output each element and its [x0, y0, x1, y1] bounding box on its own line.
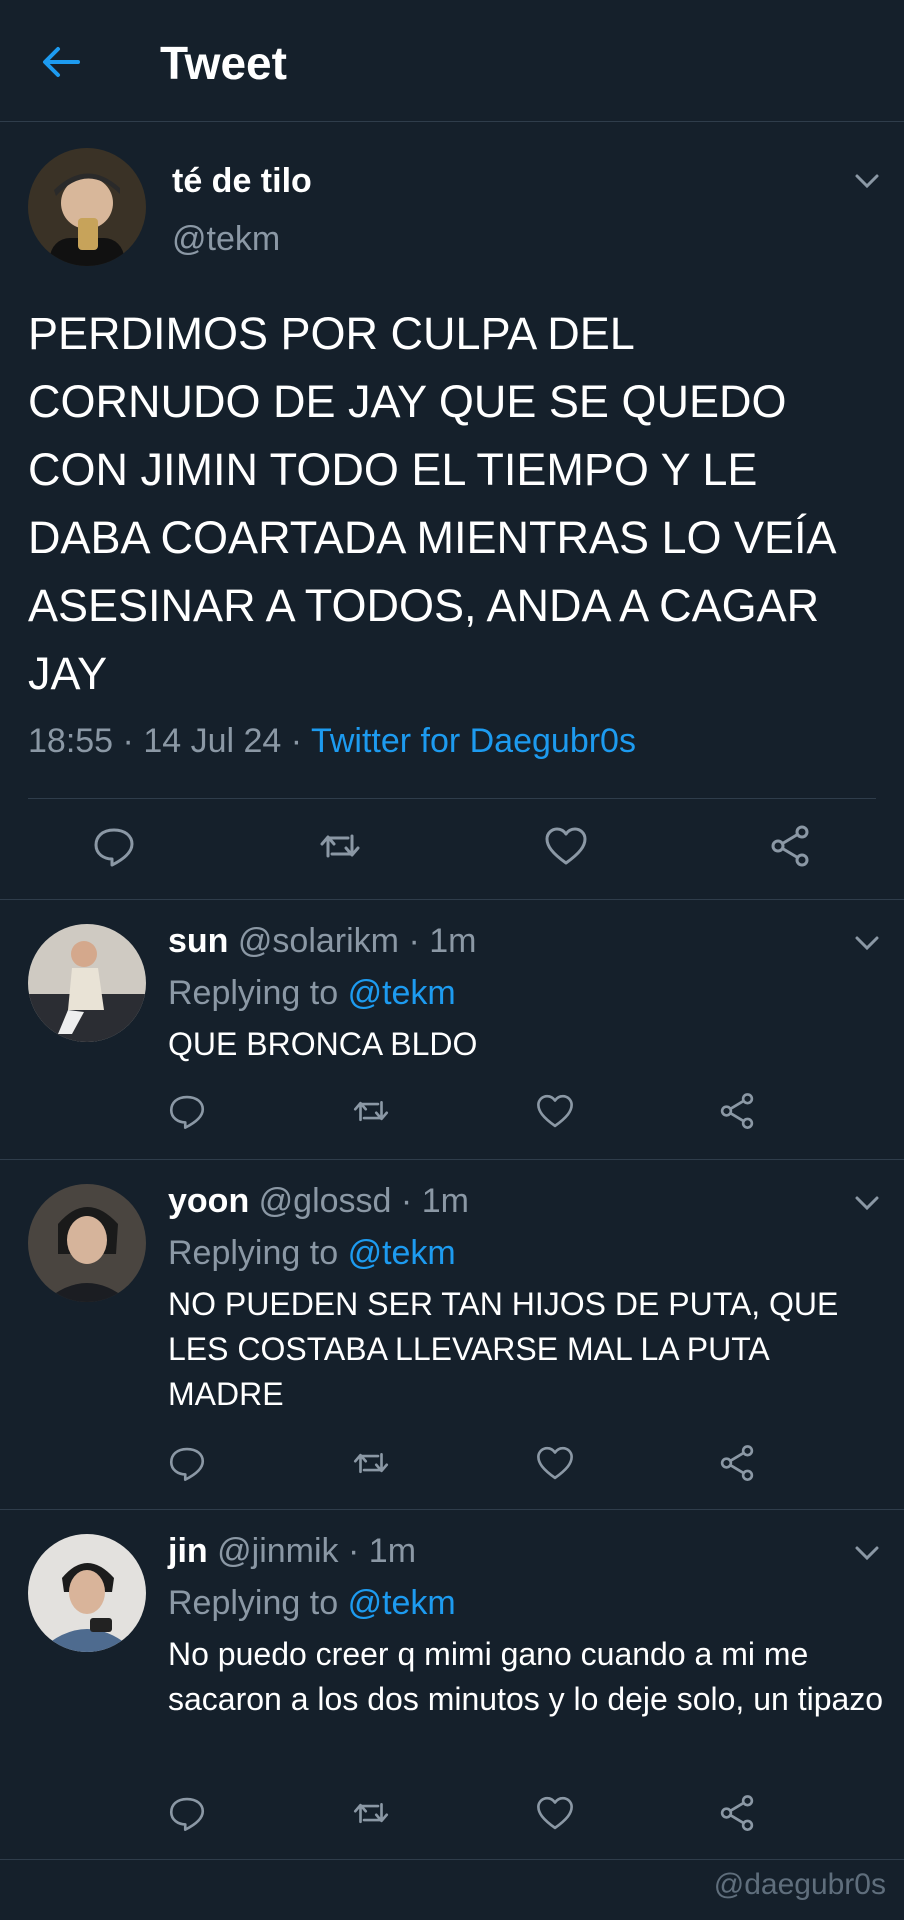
- reply-age: 1m: [421, 1182, 469, 1220]
- like-icon[interactable]: [542, 822, 590, 870]
- like-icon[interactable]: [534, 1090, 576, 1132]
- chevron-down-icon[interactable]: [850, 926, 884, 960]
- main-tweet: té de tilo @tekm PERDIMOS POR CULPA DEL …: [0, 122, 904, 900]
- retweet-icon[interactable]: [350, 1792, 392, 1834]
- reply-text: No puedo creer q mimi gano cuando a mi m…: [168, 1636, 884, 1717]
- chevron-down-icon[interactable]: [850, 164, 884, 198]
- replying-to: Replying to @tekm: [168, 1584, 456, 1622]
- reply-age: 1m: [429, 922, 477, 960]
- reply-text: QUE BRONCA BLDO: [168, 1026, 478, 1062]
- replying-to: Replying to @tekm: [168, 974, 456, 1012]
- avatar[interactable]: [28, 924, 146, 1042]
- back-arrow-icon[interactable]: [38, 40, 82, 84]
- reply-age: 1m: [368, 1532, 417, 1570]
- reply-author-handle[interactable]: @solarikm: [238, 922, 399, 960]
- share-icon[interactable]: [716, 1090, 758, 1132]
- reply-tweet[interactable]: yoon @glossd · 1m Replying to @tekm NO P…: [0, 1160, 904, 1510]
- reply-header: jin @jinmik · 1m: [168, 1532, 417, 1570]
- reply-header: yoon @glossd · 1m: [168, 1182, 469, 1220]
- replying-to: Replying to @tekm: [168, 1234, 456, 1272]
- retweet-icon[interactable]: [316, 822, 364, 870]
- tweet-date: 14 Jul 24: [143, 722, 282, 760]
- reply-tweet[interactable]: jin @jinmik · 1m Replying to @tekm No pu…: [0, 1510, 904, 1860]
- reply-icon[interactable]: [166, 1090, 208, 1132]
- page-title: Tweet: [160, 37, 287, 89]
- reply-author-name[interactable]: jin: [168, 1532, 208, 1570]
- chevron-down-icon[interactable]: [850, 1536, 884, 1570]
- reply-tweet[interactable]: sun @solarikm · 1m Replying to @tekm QUE…: [0, 900, 904, 1160]
- author-handle[interactable]: @tekm: [172, 220, 280, 259]
- share-icon[interactable]: [716, 1442, 758, 1484]
- top-bar: Tweet: [0, 0, 904, 122]
- avatar[interactable]: [28, 1184, 146, 1302]
- reply-author-handle[interactable]: @jinmik: [217, 1532, 338, 1570]
- reply-header: sun @solarikm · 1m: [168, 922, 477, 960]
- retweet-icon[interactable]: [350, 1442, 392, 1484]
- watermark: @daegubr0s: [713, 1868, 886, 1901]
- tweet-meta: 18:55 · 14 Jul 24 · Twitter for Daegubr0…: [28, 722, 636, 760]
- avatar[interactable]: [28, 1534, 146, 1652]
- reply-icon[interactable]: [166, 1792, 208, 1834]
- mention-link[interactable]: @tekm: [348, 1584, 456, 1622]
- reply-author-handle[interactable]: @glossd: [259, 1182, 392, 1220]
- divider: [28, 798, 876, 799]
- retweet-icon[interactable]: [350, 1090, 392, 1132]
- mention-link[interactable]: @tekm: [348, 974, 456, 1012]
- tweet-source-link[interactable]: Twitter for Daegubr0s: [311, 722, 636, 760]
- chevron-down-icon[interactable]: [850, 1186, 884, 1220]
- author-name[interactable]: té de tilo: [172, 162, 312, 201]
- reply-author-name[interactable]: yoon: [168, 1182, 249, 1220]
- tweet-time: 18:55: [28, 722, 114, 760]
- like-icon[interactable]: [534, 1442, 576, 1484]
- reply-text: NO PUEDEN SER TAN HIJOS DE PUTA, QUE LES…: [168, 1286, 839, 1412]
- reply-icon[interactable]: [166, 1442, 208, 1484]
- share-icon[interactable]: [716, 1792, 758, 1834]
- tweet-text: PERDIMOS POR CULPA DEL CORNUDO DE JAY QU…: [28, 308, 835, 699]
- like-icon[interactable]: [534, 1792, 576, 1834]
- share-icon[interactable]: [766, 822, 814, 870]
- reply-author-name[interactable]: sun: [168, 922, 228, 960]
- avatar[interactable]: [28, 148, 146, 266]
- mention-link[interactable]: @tekm: [348, 1234, 456, 1272]
- reply-icon[interactable]: [90, 822, 138, 870]
